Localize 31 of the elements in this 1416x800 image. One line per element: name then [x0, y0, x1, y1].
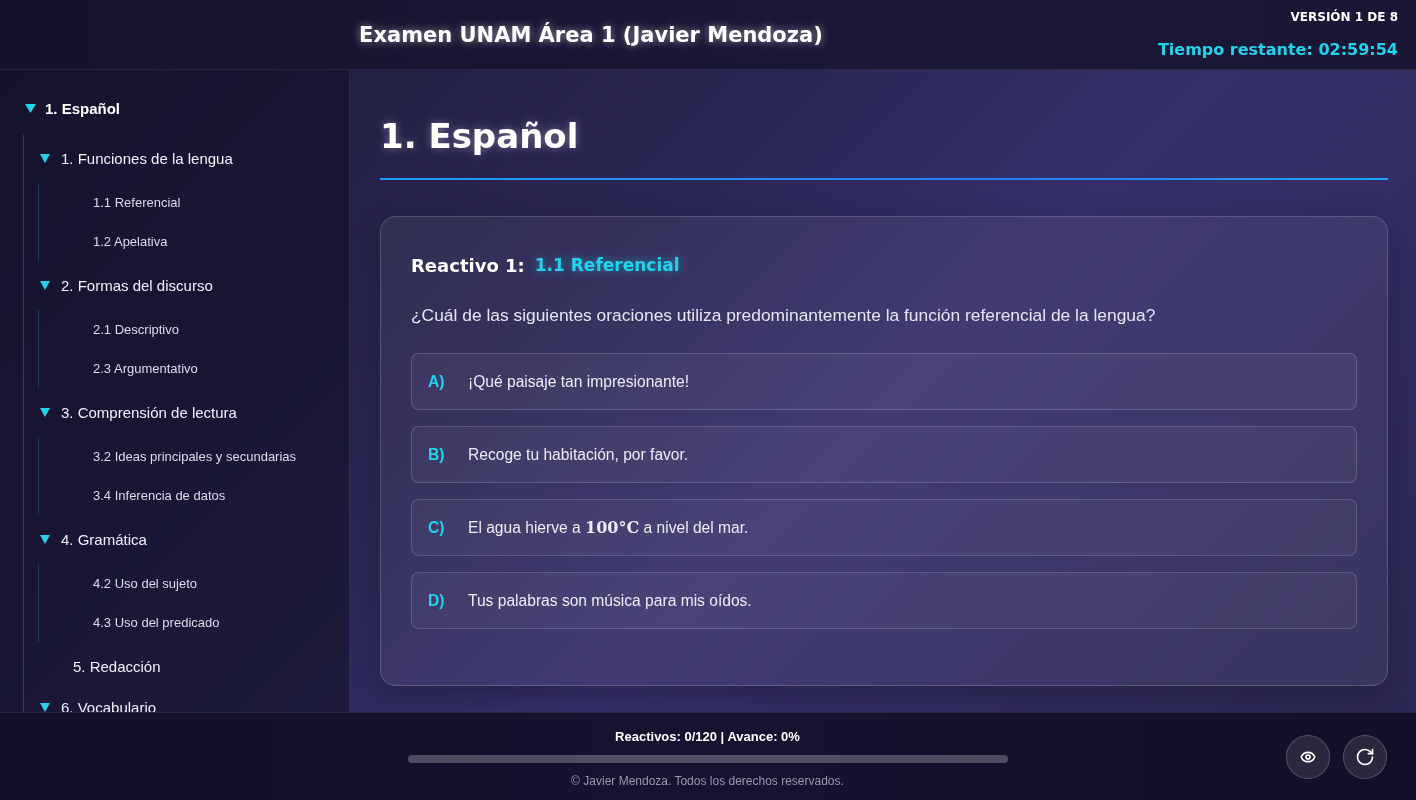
exam-title: Examen UNAM Área 1 (Javier Mendoza): [359, 22, 823, 47]
tree-subtopic[interactable]: 4.2 Uso del sujeto: [93, 564, 198, 603]
refresh-icon: [1355, 746, 1375, 767]
answer-option[interactable]: B) Recoge tu habitación, por favor.: [411, 426, 1357, 483]
answer-option[interactable]: C) El agua hierve a 100°C a nivel del mar.: [411, 499, 1357, 556]
reload-button[interactable]: [1343, 734, 1387, 779]
version-label: VERSIÓN 1 DE 8: [1290, 9, 1398, 25]
tree-topic[interactable]: 6. Vocabulario: [38, 690, 157, 712]
tree-subtopic[interactable]: 3.4 Inferencia de datos: [93, 476, 226, 515]
tree-topic[interactable]: 1. Funciones de la lengua: [38, 141, 233, 175]
answer-option[interactable]: A) ¡Qué paisaje tan impresionante!: [411, 353, 1357, 410]
question-text: ¿Cuál de las siguientes oraciones utiliza predominantemente la función referencial de la lengua?: [411, 304, 1157, 326]
tree-topic[interactable]: 2. Formas del discurso: [38, 268, 213, 302]
tree-subtopic[interactable]: 1.1 Referencial: [93, 183, 181, 222]
copyright-text: © Javier Mendoza. Todos los derechos reservados.: [571, 774, 844, 788]
section-title: 1. Español: [380, 115, 580, 158]
question-topic: 1.1 Referencial: [534, 255, 680, 275]
tree-subtopic[interactable]: 2.3 Argumentativo: [93, 349, 198, 388]
tree-topic[interactable]: 3. Comprensión de lectura: [38, 395, 237, 429]
tree-topic[interactable]: 4. Gramática: [38, 522, 147, 556]
tree-subtopic[interactable]: 4.3 Uso del predicado: [93, 603, 220, 642]
tree-subtopic[interactable]: 3.2 Ideas principales y secundarias: [93, 437, 297, 476]
timer-text: Tiempo restante: 02:59:54: [1157, 40, 1398, 60]
answer-option[interactable]: D) Tus palabras son música para mis oídos.: [411, 572, 1357, 629]
progress-stats: Reactivos: 0/120 | Avance: 0%: [615, 729, 800, 745]
question-number: Reactivo 1:: [411, 254, 525, 276]
view-button[interactable]: [1286, 734, 1330, 779]
tree-section[interactable]: 1. Español: [25, 93, 121, 123]
tree-subtopic[interactable]: 2.1 Descriptivo: [93, 310, 179, 349]
tree-topic[interactable]: 5. Redacción: [38, 649, 161, 683]
tree-subtopic[interactable]: 1.2 Apelativa: [93, 222, 168, 261]
